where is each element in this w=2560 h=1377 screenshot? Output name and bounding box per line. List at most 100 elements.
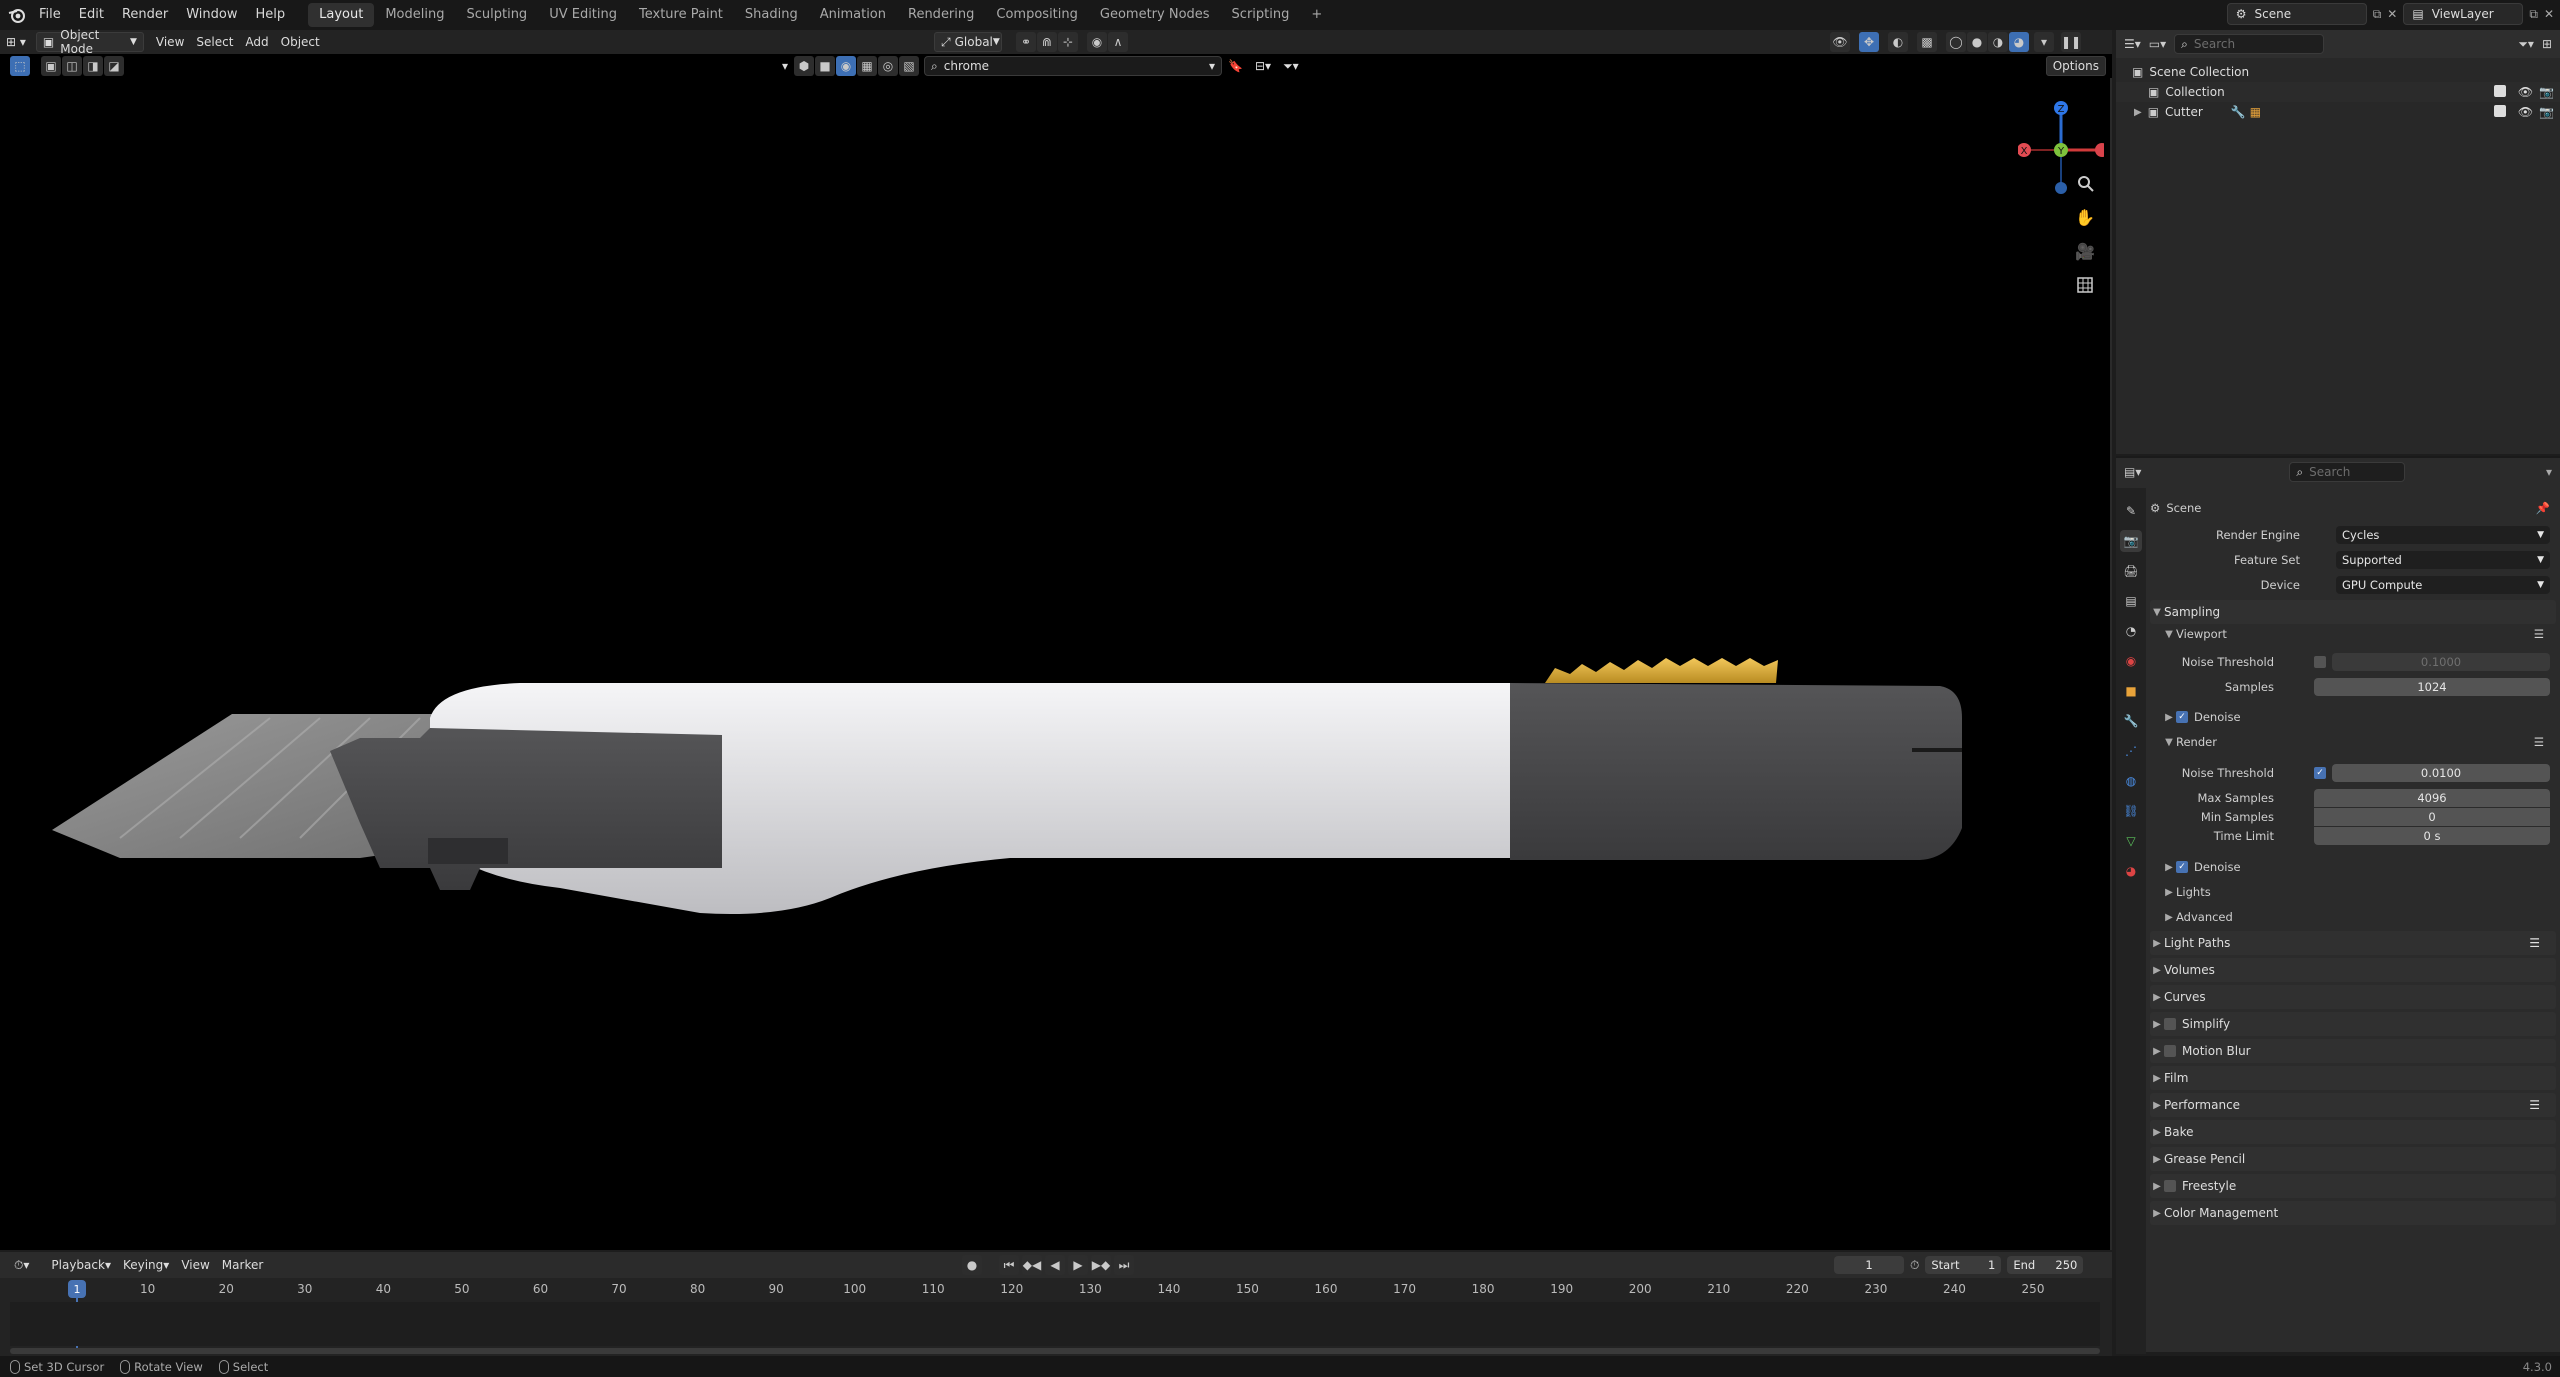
panel-film[interactable]: ▶ Film <box>2150 1066 2556 1090</box>
menu-keying[interactable]: Keying ▾ <box>117 1255 175 1275</box>
eye-icon[interactable]: 👁 <box>2518 105 2533 119</box>
view-layer-tab-icon[interactable]: ▤ <box>2120 590 2142 612</box>
material-tab-icon[interactable]: ◕ <box>2120 860 2142 882</box>
physics-tab-icon[interactable]: ◍ <box>2120 770 2142 792</box>
select-subtract-icon[interactable]: ◨ <box>83 56 103 76</box>
outliner-row-scene-collection[interactable]: ▣ Scene Collection <box>2116 62 2560 82</box>
menu-view[interactable]: View <box>150 32 190 52</box>
viewport-denoise-checkbox[interactable]: ✓ <box>2176 711 2188 723</box>
modifier-tab-icon[interactable]: 🔧 <box>2120 710 2142 732</box>
presets-list-icon[interactable]: ☰ <box>2534 627 2544 641</box>
tab-modeling[interactable]: Modeling <box>374 3 455 27</box>
filter-chevron-icon[interactable]: ▾ <box>776 56 794 76</box>
object-tab-icon[interactable]: ■ <box>2120 680 2142 702</box>
zoom-icon[interactable] <box>2072 170 2098 196</box>
motion-blur-checkbox[interactable] <box>2164 1045 2176 1057</box>
start-frame-field[interactable]: Start 1 <box>1925 1256 2002 1274</box>
funnel-filter-icon[interactable]: ⏷▾ <box>1277 56 1305 76</box>
panel-color-management[interactable]: ▶ Color Management <box>2150 1201 2556 1225</box>
clock-icon[interactable]: ⏱ <box>1910 1258 1919 1273</box>
mode-selector[interactable]: ▣ Object Mode ▼ <box>35 28 144 56</box>
tab-texture-paint[interactable]: Texture Paint <box>628 3 734 27</box>
scene-tab-icon[interactable]: ◔ <box>2120 620 2142 642</box>
presets-list-icon[interactable]: ☰ <box>2534 735 2544 749</box>
outliner-search-input[interactable]: ⌕ Search <box>2174 34 2325 54</box>
camera-icon[interactable]: 📷 <box>2539 85 2554 99</box>
wireframe-shading-icon[interactable]: ◯ <box>1946 32 1966 52</box>
render-engine-dropdown[interactable]: Cycles ▼ <box>2336 526 2550 544</box>
tab-geometry-nodes[interactable]: Geometry Nodes <box>1089 3 1221 27</box>
gizmo-z-neg[interactable] <box>2055 182 2067 194</box>
menu-edit[interactable]: Edit <box>70 3 113 27</box>
jump-start-icon[interactable]: ⏮ <box>999 1255 1019 1275</box>
cutter-object-render[interactable] <box>0 78 2110 1250</box>
eye-icon[interactable]: 👁 <box>2518 85 2533 99</box>
select-new-icon[interactable]: ▣ <box>41 56 61 76</box>
tab-sculpting[interactable]: Sculpting <box>455 3 538 27</box>
transform-orientation[interactable]: ⤢ Global ▼ <box>934 32 1002 52</box>
proportional-edit-icon[interactable]: ◉ <box>1087 32 1107 52</box>
panel-freestyle[interactable]: ▶ Freestyle <box>2150 1174 2556 1198</box>
snap-icon[interactable]: ⋒ <box>1037 32 1057 52</box>
3d-viewport[interactable]: ⊞ ▾ ▣ Object Mode ▼ View Select Add Obje… <box>0 28 2112 1250</box>
max-samples-field[interactable]: 4096 <box>2314 789 2550 807</box>
pause-render-icon[interactable]: ❚❚ <box>2061 32 2081 52</box>
new-collection-icon[interactable]: ⊞ <box>2542 37 2552 51</box>
timeline-editor-icon[interactable]: ⏱▾ <box>8 1255 35 1275</box>
tab-rendering[interactable]: Rendering <box>897 3 985 27</box>
falloff-icon[interactable]: ∧ <box>1108 32 1128 52</box>
display-mode-icon[interactable]: ▭▾ <box>2149 37 2166 51</box>
options-button[interactable]: Options <box>2045 56 2106 76</box>
xray-toggle-icon[interactable]: ▩ <box>1917 32 1937 52</box>
menu-marker[interactable]: Marker <box>216 1255 269 1275</box>
panel-light-paths[interactable]: ▶ Light Paths ☰ <box>2150 931 2556 955</box>
select-box-icon[interactable]: ⬚ <box>10 56 30 76</box>
options-chevron-icon[interactable]: ▾ <box>2546 465 2552 479</box>
menu-select[interactable]: Select <box>190 32 239 52</box>
blender-logo-icon[interactable] <box>4 2 30 28</box>
outliner-row-collection[interactable]: ▣ Collection 👁 📷 <box>2116 82 2560 102</box>
snap-target-icon[interactable]: ⊹ <box>1058 32 1078 52</box>
clear-search-icon[interactable]: ▾ <box>1209 59 1215 73</box>
editor-type-button[interactable]: ⊞ ▾ <box>0 32 32 52</box>
new-scene-icon[interactable]: ⧉ <box>2373 7 2382 22</box>
scene-filter-icon[interactable]: ⬢ <box>794 56 815 76</box>
jump-end-icon[interactable]: ⏭ <box>1114 1255 1134 1275</box>
properties-editor-icon[interactable]: ▤▾ <box>2124 465 2141 479</box>
render-noise-threshold-checkbox[interactable]: ✓ <box>2314 767 2326 779</box>
timeline-scrollbar[interactable] <box>10 1348 2100 1354</box>
tool-tab-icon[interactable]: ✎ <box>2120 500 2142 522</box>
properties-search-input[interactable]: ⌕ Search <box>2289 462 2406 482</box>
expand-chevron-icon[interactable]: ▶ <box>2134 107 2142 118</box>
menu-timeline-view[interactable]: View <box>175 1255 215 1275</box>
constraints-tab-icon[interactable]: ⛓ <box>2120 800 2142 822</box>
gizmo-toggle-icon[interactable]: ✥ <box>1859 32 1879 52</box>
menu-window[interactable]: Window <box>177 3 246 27</box>
select-extend-icon[interactable]: ◫ <box>62 56 82 76</box>
add-workspace-icon[interactable]: + <box>1300 3 1333 27</box>
viewport-noise-threshold-checkbox[interactable] <box>2314 656 2326 668</box>
select-intersect-icon[interactable]: ◪ <box>104 56 124 76</box>
current-frame-field[interactable]: 1 <box>1834 1256 1904 1274</box>
tab-scripting[interactable]: Scripting <box>1221 3 1301 27</box>
camera-view-icon[interactable]: 🎥 <box>2072 238 2098 264</box>
panel-performance[interactable]: ▶ Performance ☰ <box>2150 1093 2556 1117</box>
visibility-icon[interactable]: 👁 <box>1830 32 1850 52</box>
scene-selector[interactable]: ⚙ Scene <box>2226 3 2367 25</box>
freestyle-checkbox[interactable] <box>2164 1180 2176 1192</box>
feature-set-dropdown[interactable]: Supported ▼ <box>2336 551 2550 569</box>
panel-volumes[interactable]: ▶ Volumes <box>2150 958 2556 982</box>
pin-icon[interactable]: 📌 <box>2536 501 2550 515</box>
time-limit-field[interactable]: 0 s <box>2314 827 2550 845</box>
panel-motion-blur[interactable]: ▶ Motion Blur <box>2150 1039 2556 1063</box>
image-filter-icon[interactable]: ▧ <box>899 56 920 76</box>
panel-curves[interactable]: ▶ Curves <box>2150 985 2556 1009</box>
viewport-samples-field[interactable]: 1024 <box>2314 678 2550 696</box>
overlay-toggle-icon[interactable]: ◐ <box>1888 32 1908 52</box>
world-tab-icon[interactable]: ◉ <box>2120 650 2142 672</box>
exclude-checkbox[interactable] <box>2493 105 2506 117</box>
advanced-subpanel[interactable]: ▶ Advanced <box>2150 907 2556 927</box>
render-tab-icon[interactable]: 📷 <box>2120 530 2142 552</box>
outliner-editor-icon[interactable]: ☰▾ <box>2124 37 2141 51</box>
play-icon[interactable]: ▶ <box>1068 1255 1088 1275</box>
